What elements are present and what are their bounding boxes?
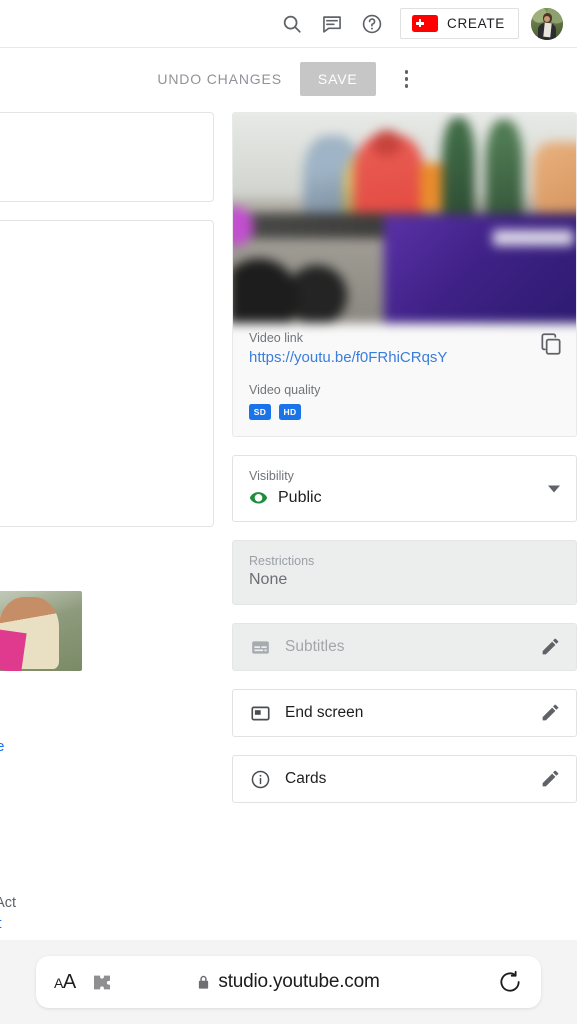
video-link-url[interactable]: https://youtu.be/f0FRhiCRqsY	[249, 349, 447, 366]
thumbnail-options	[0, 591, 214, 671]
video-title-field[interactable]	[0, 112, 214, 202]
learn-more-link[interactable]: Learn more	[0, 739, 4, 755]
editor-action-bar: UNDO CHANGES SAVE	[0, 49, 577, 109]
visibility-value: Public	[278, 488, 322, 506]
url-text[interactable]: studio.youtube.com	[218, 971, 379, 993]
browser-url-pill[interactable]: AAAA studio.youtube.com	[36, 956, 541, 1008]
app-screen: CREATE UNDO CHANGES SAVE ail stands out …	[0, 0, 577, 1024]
quality-badge-sd: SD	[249, 404, 271, 420]
save-button[interactable]: SAVE	[299, 62, 376, 96]
video-camera-plus-icon	[412, 15, 439, 32]
video-link-area: Video link https://youtu.be/f0FRhiCRqsY …	[233, 317, 576, 436]
video-thumbnail-preview[interactable]	[233, 113, 576, 324]
browser-bottom-bar: AAAA studio.youtube.com	[0, 940, 577, 1024]
quality-badge-hd: HD	[279, 404, 301, 420]
playlist-help-text: er your content faster. Learn more	[0, 739, 214, 755]
reload-icon[interactable]	[497, 969, 523, 995]
thumbnail-section: ail stands out and draws viewers'	[0, 545, 214, 671]
undo-changes-button[interactable]: UNDO CHANGES	[157, 71, 282, 87]
chevron-down-icon[interactable]	[548, 485, 560, 492]
feedback-icon[interactable]	[312, 4, 352, 44]
search-icon[interactable]	[272, 4, 312, 44]
text-size-button[interactable]: AAAA	[54, 972, 76, 992]
subtitles-label: Subtitles	[285, 638, 345, 655]
create-button[interactable]: CREATE	[400, 8, 519, 39]
end-screen-label: End screen	[285, 704, 364, 721]
thumbnail-hint-text: ail stands out and draws viewers'	[0, 545, 214, 565]
subtitles-row: Subtitles	[232, 623, 577, 671]
top-app-bar: CREATE	[0, 0, 577, 48]
coppa-notice: dren's Online Privacy Protection Act are…	[0, 893, 214, 935]
thumbnail-option-2[interactable]	[0, 591, 82, 671]
puzzle-icon[interactable]	[90, 970, 114, 994]
video-quality-badges: SD HD	[249, 404, 560, 420]
coppa-line-1: dren's Online Privacy Protection Act	[0, 895, 17, 911]
subtitles-icon	[249, 636, 271, 658]
end-screen-row[interactable]: End screen	[232, 689, 577, 737]
copy-icon[interactable]	[538, 331, 564, 357]
kebab-menu-icon[interactable]	[394, 62, 420, 96]
details-right-column: Video link https://youtu.be/f0FRhiCRqsY …	[232, 112, 577, 803]
end-screen-icon	[249, 702, 271, 724]
details-left-column: ail stands out and draws viewers' er you…	[0, 112, 214, 935]
restrictions-value: None	[249, 571, 288, 588]
pencil-icon[interactable]	[540, 768, 562, 790]
avatar[interactable]	[531, 7, 563, 40]
restrictions-card: Restrictions None	[232, 540, 577, 605]
visibility-card[interactable]: Visibility Public	[232, 455, 577, 522]
cards-row[interactable]: Cards	[232, 755, 577, 803]
cards-label: Cards	[285, 770, 327, 787]
video-link-label: Video link	[249, 331, 303, 345]
video-preview-card: Video link https://youtu.be/f0FRhiCRqsY …	[232, 112, 577, 437]
visibility-label: Visibility	[249, 469, 294, 483]
lock-icon	[197, 974, 210, 990]
info-icon	[249, 768, 271, 790]
video-description-field[interactable]	[0, 220, 214, 527]
eye-icon	[249, 488, 268, 507]
help-icon[interactable]	[352, 4, 392, 44]
video-quality-label: Video quality	[249, 383, 321, 397]
whats-content-link[interactable]: What's content	[0, 916, 2, 932]
create-button-label: CREATE	[447, 16, 505, 31]
pencil-icon[interactable]	[540, 702, 562, 724]
restrictions-label: Restrictions	[249, 554, 315, 568]
pencil-icon[interactable]	[540, 636, 562, 658]
